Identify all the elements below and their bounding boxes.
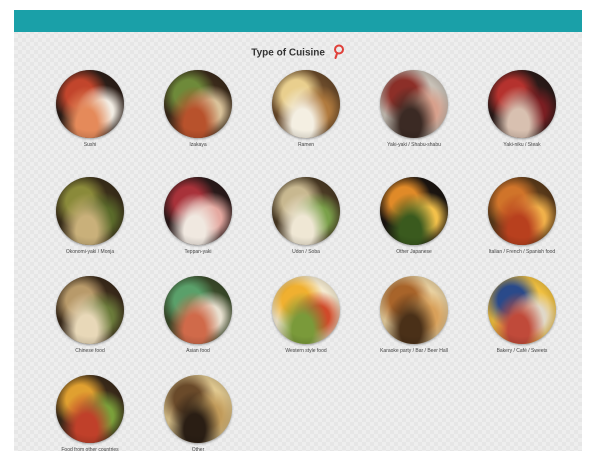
cuisine-tile[interactable]: Yaki-niku / Steak [467,70,577,149]
photo-layer [56,177,124,245]
photo-layer [164,276,232,344]
photo-layer [56,375,124,443]
cuisine-label: Sushi [83,142,97,148]
photo-layer [380,70,448,138]
cuisine-photo[interactable] [272,70,340,138]
cuisine-tile[interactable]: Sushi [35,70,145,149]
photo-layer [56,70,124,138]
cuisine-label: Udon / Soba [292,249,320,255]
cuisine-label: Italian / French / Spanish food [488,249,556,255]
cuisine-label: Chinese food [75,348,105,354]
cuisine-tile[interactable]: Karaoke party / Bar / Beer Hall [359,276,469,355]
cuisine-photo[interactable] [56,375,124,443]
cuisine-photo[interactable] [56,177,124,245]
cuisine-label: Ramen [297,142,315,148]
page-title: Type of Cuisine [251,47,325,59]
cuisine-label: Western style food [285,348,327,354]
cuisine-photo[interactable] [380,177,448,245]
cuisine-photo[interactable] [164,177,232,245]
cuisine-photo[interactable] [164,276,232,344]
cuisine-tile[interactable]: Asian food [143,276,253,355]
cuisine-photo[interactable] [380,276,448,344]
cuisine-photo[interactable] [272,276,340,344]
cuisine-tile[interactable]: Italian / French / Spanish food [467,177,577,256]
cuisine-tile[interactable]: Teppan-yaki [143,177,253,256]
top-bar [14,10,582,32]
cuisine-photo[interactable] [272,177,340,245]
cuisine-photo[interactable] [56,70,124,138]
photo-layer [56,276,124,344]
cuisine-photo[interactable] [488,177,556,245]
cuisine-tile[interactable]: Udon / Soba [251,177,361,256]
cuisine-photo[interactable] [488,276,556,344]
cuisine-label: Yaki-yaki / Shabu-shabu [387,142,441,148]
photo-layer [272,177,340,245]
cuisine-tile[interactable]: Food from other countries [35,375,145,451]
photo-layer [488,276,556,344]
photo-layer [488,177,556,245]
photo-layer [164,177,232,245]
cuisine-tile[interactable]: Other Japanese [359,177,469,256]
cuisine-tile[interactable]: Bakery / Café / Sweets [467,276,577,355]
cuisine-label: Bakery / Café / Sweets [496,348,548,354]
cuisine-tile[interactable]: Yaki-yaki / Shabu-shabu [359,70,469,149]
photo-layer [164,375,232,443]
cuisine-photo[interactable] [164,375,232,443]
cuisine-label: Okonomi-yaki / Monja [65,249,115,255]
cuisine-label: Yaki-niku / Steak [503,142,541,148]
photo-layer [488,70,556,138]
cuisine-tile[interactable]: Okonomi-yaki / Monja [35,177,145,256]
cuisine-label: Asian food [186,348,210,354]
cuisine-label: Karaoke party / Bar / Beer Hall [380,348,448,354]
cuisine-photo[interactable] [380,70,448,138]
photo-layer [272,276,340,344]
cuisine-photo[interactable] [164,70,232,138]
photo-layer [272,70,340,138]
cuisine-photo[interactable] [56,276,124,344]
cuisine-label: Other Japanese [396,249,432,255]
content-frame: Type of Cuisine Sushi Izakaya Ramen Yaki-ya… [14,10,582,451]
cuisine-tile[interactable]: Izakaya [143,70,253,149]
photo-layer [164,70,232,138]
cuisine-tile[interactable]: Chinese food [35,276,145,355]
cuisine-label: Food from other countries [61,447,119,451]
photo-layer [380,276,448,344]
cuisine-tile[interactable]: Other [143,375,253,451]
page-heading: Type of Cuisine [14,44,582,62]
photo-layer [380,177,448,245]
map-pin-icon[interactable] [333,44,345,62]
cuisine-photo[interactable] [488,70,556,138]
cuisine-label: Izakaya [189,142,207,148]
cuisine-label: Teppan-yaki [184,249,212,255]
cuisine-label: Other [191,447,205,451]
cuisine-tile[interactable]: Ramen [251,70,361,149]
cuisine-tile[interactable]: Western style food [251,276,361,355]
